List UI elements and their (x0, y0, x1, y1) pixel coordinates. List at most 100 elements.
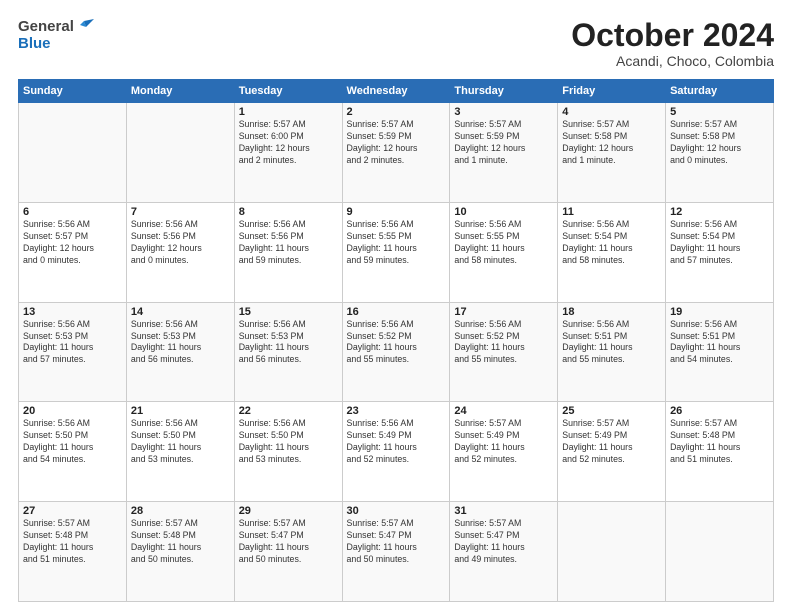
col-sunday: Sunday (19, 80, 127, 103)
table-row: 7Sunrise: 5:56 AM Sunset: 5:56 PM Daylig… (126, 202, 234, 302)
day-info: Sunrise: 5:57 AM Sunset: 5:49 PM Dayligh… (454, 418, 553, 466)
page: General Blue October 2024 Acandi, Choco,… (0, 0, 792, 612)
table-row: 9Sunrise: 5:56 AM Sunset: 5:55 PM Daylig… (342, 202, 450, 302)
table-row: 28Sunrise: 5:57 AM Sunset: 5:48 PM Dayli… (126, 502, 234, 602)
day-number: 22 (239, 405, 338, 417)
day-info: Sunrise: 5:57 AM Sunset: 5:59 PM Dayligh… (347, 119, 446, 167)
logo-blue-text: Blue (18, 35, 51, 52)
day-number: 20 (23, 405, 122, 417)
table-row: 5Sunrise: 5:57 AM Sunset: 5:58 PM Daylig… (666, 103, 774, 203)
table-row: 31Sunrise: 5:57 AM Sunset: 5:47 PM Dayli… (450, 502, 558, 602)
col-monday: Monday (126, 80, 234, 103)
day-info: Sunrise: 5:56 AM Sunset: 5:55 PM Dayligh… (347, 219, 446, 267)
day-number: 27 (23, 505, 122, 517)
day-info: Sunrise: 5:57 AM Sunset: 5:58 PM Dayligh… (670, 119, 769, 167)
calendar-week-row: 6Sunrise: 5:56 AM Sunset: 5:57 PM Daylig… (19, 202, 774, 302)
table-row: 10Sunrise: 5:56 AM Sunset: 5:55 PM Dayli… (450, 202, 558, 302)
day-number: 13 (23, 306, 122, 318)
col-thursday: Thursday (450, 80, 558, 103)
day-number: 6 (23, 206, 122, 218)
day-number: 7 (131, 206, 230, 218)
calendar-week-row: 1Sunrise: 5:57 AM Sunset: 6:00 PM Daylig… (19, 103, 774, 203)
table-row: 1Sunrise: 5:57 AM Sunset: 6:00 PM Daylig… (234, 103, 342, 203)
day-number: 5 (670, 106, 769, 118)
day-number: 25 (562, 405, 661, 417)
table-row: 12Sunrise: 5:56 AM Sunset: 5:54 PM Dayli… (666, 202, 774, 302)
table-row: 13Sunrise: 5:56 AM Sunset: 5:53 PM Dayli… (19, 302, 127, 402)
day-info: Sunrise: 5:57 AM Sunset: 5:47 PM Dayligh… (239, 518, 338, 566)
location: Acandi, Choco, Colombia (571, 53, 774, 69)
day-number: 16 (347, 306, 446, 318)
day-number: 4 (562, 106, 661, 118)
table-row: 18Sunrise: 5:56 AM Sunset: 5:51 PM Dayli… (558, 302, 666, 402)
day-number: 28 (131, 505, 230, 517)
day-number: 21 (131, 405, 230, 417)
table-row: 2Sunrise: 5:57 AM Sunset: 5:59 PM Daylig… (342, 103, 450, 203)
table-row: 27Sunrise: 5:57 AM Sunset: 5:48 PM Dayli… (19, 502, 127, 602)
day-number: 31 (454, 505, 553, 517)
day-info: Sunrise: 5:56 AM Sunset: 5:52 PM Dayligh… (347, 319, 446, 367)
table-row (126, 103, 234, 203)
table-row: 29Sunrise: 5:57 AM Sunset: 5:47 PM Dayli… (234, 502, 342, 602)
day-number: 10 (454, 206, 553, 218)
day-number: 12 (670, 206, 769, 218)
table-row: 15Sunrise: 5:56 AM Sunset: 5:53 PM Dayli… (234, 302, 342, 402)
calendar-table: Sunday Monday Tuesday Wednesday Thursday… (18, 79, 774, 602)
day-info: Sunrise: 5:56 AM Sunset: 5:57 PM Dayligh… (23, 219, 122, 267)
month-title: October 2024 (571, 18, 774, 53)
day-info: Sunrise: 5:57 AM Sunset: 5:48 PM Dayligh… (23, 518, 122, 566)
table-row (666, 502, 774, 602)
table-row: 20Sunrise: 5:56 AM Sunset: 5:50 PM Dayli… (19, 402, 127, 502)
day-info: Sunrise: 5:56 AM Sunset: 5:52 PM Dayligh… (454, 319, 553, 367)
day-info: Sunrise: 5:56 AM Sunset: 5:54 PM Dayligh… (670, 219, 769, 267)
table-row: 22Sunrise: 5:56 AM Sunset: 5:50 PM Dayli… (234, 402, 342, 502)
table-row: 16Sunrise: 5:56 AM Sunset: 5:52 PM Dayli… (342, 302, 450, 402)
day-info: Sunrise: 5:56 AM Sunset: 5:53 PM Dayligh… (131, 319, 230, 367)
calendar-week-row: 27Sunrise: 5:57 AM Sunset: 5:48 PM Dayli… (19, 502, 774, 602)
col-tuesday: Tuesday (234, 80, 342, 103)
day-number: 24 (454, 405, 553, 417)
day-info: Sunrise: 5:56 AM Sunset: 5:51 PM Dayligh… (670, 319, 769, 367)
day-info: Sunrise: 5:56 AM Sunset: 5:51 PM Dayligh… (562, 319, 661, 367)
table-row: 17Sunrise: 5:56 AM Sunset: 5:52 PM Dayli… (450, 302, 558, 402)
day-info: Sunrise: 5:56 AM Sunset: 5:53 PM Dayligh… (239, 319, 338, 367)
day-number: 14 (131, 306, 230, 318)
day-info: Sunrise: 5:56 AM Sunset: 5:49 PM Dayligh… (347, 418, 446, 466)
day-number: 8 (239, 206, 338, 218)
logo-general-text: General (18, 18, 74, 35)
table-row: 24Sunrise: 5:57 AM Sunset: 5:49 PM Dayli… (450, 402, 558, 502)
day-info: Sunrise: 5:57 AM Sunset: 6:00 PM Dayligh… (239, 119, 338, 167)
day-number: 29 (239, 505, 338, 517)
day-info: Sunrise: 5:56 AM Sunset: 5:50 PM Dayligh… (239, 418, 338, 466)
table-row: 21Sunrise: 5:56 AM Sunset: 5:50 PM Dayli… (126, 402, 234, 502)
table-row: 26Sunrise: 5:57 AM Sunset: 5:48 PM Dayli… (666, 402, 774, 502)
day-number: 30 (347, 505, 446, 517)
table-row: 8Sunrise: 5:56 AM Sunset: 5:56 PM Daylig… (234, 202, 342, 302)
table-row (19, 103, 127, 203)
table-row: 11Sunrise: 5:56 AM Sunset: 5:54 PM Dayli… (558, 202, 666, 302)
day-info: Sunrise: 5:56 AM Sunset: 5:56 PM Dayligh… (239, 219, 338, 267)
table-row: 19Sunrise: 5:56 AM Sunset: 5:51 PM Dayli… (666, 302, 774, 402)
table-row: 4Sunrise: 5:57 AM Sunset: 5:58 PM Daylig… (558, 103, 666, 203)
calendar-week-row: 13 Sunrise: 5:56 AM Sunset: 5:53 PM Dayli… (19, 302, 774, 402)
logo-bird-icon (76, 17, 94, 35)
col-friday: Friday (558, 80, 666, 103)
calendar-week-row: 20 Sunrise: 5:56 AM Sunset: 5:50 PM Dayli… (19, 402, 774, 502)
day-info: Sunrise: 5:57 AM Sunset: 5:48 PM Dayligh… (131, 518, 230, 566)
col-wednesday: Wednesday (342, 80, 450, 103)
table-row: 14Sunrise: 5:56 AM Sunset: 5:53 PM Dayli… (126, 302, 234, 402)
table-row: 6Sunrise: 5:56 AM Sunset: 5:57 PM Daylig… (19, 202, 127, 302)
day-info: Sunrise: 5:56 AM Sunset: 5:56 PM Dayligh… (131, 219, 230, 267)
day-number: 3 (454, 106, 553, 118)
calendar-header-row: Sunday Monday Tuesday Wednesday Thursday… (19, 80, 774, 103)
header: General Blue October 2024 Acandi, Choco,… (18, 18, 774, 69)
table-row: 30Sunrise: 5:57 AM Sunset: 5:47 PM Dayli… (342, 502, 450, 602)
day-info: Sunrise: 5:57 AM Sunset: 5:49 PM Dayligh… (562, 418, 661, 466)
day-info: Sunrise: 5:57 AM Sunset: 5:58 PM Dayligh… (562, 119, 661, 167)
day-info: Sunrise: 5:57 AM Sunset: 5:59 PM Dayligh… (454, 119, 553, 167)
day-number: 23 (347, 405, 446, 417)
table-row: 23Sunrise: 5:56 AM Sunset: 5:49 PM Dayli… (342, 402, 450, 502)
col-saturday: Saturday (666, 80, 774, 103)
day-number: 17 (454, 306, 553, 318)
day-info: Sunrise: 5:56 AM Sunset: 5:55 PM Dayligh… (454, 219, 553, 267)
